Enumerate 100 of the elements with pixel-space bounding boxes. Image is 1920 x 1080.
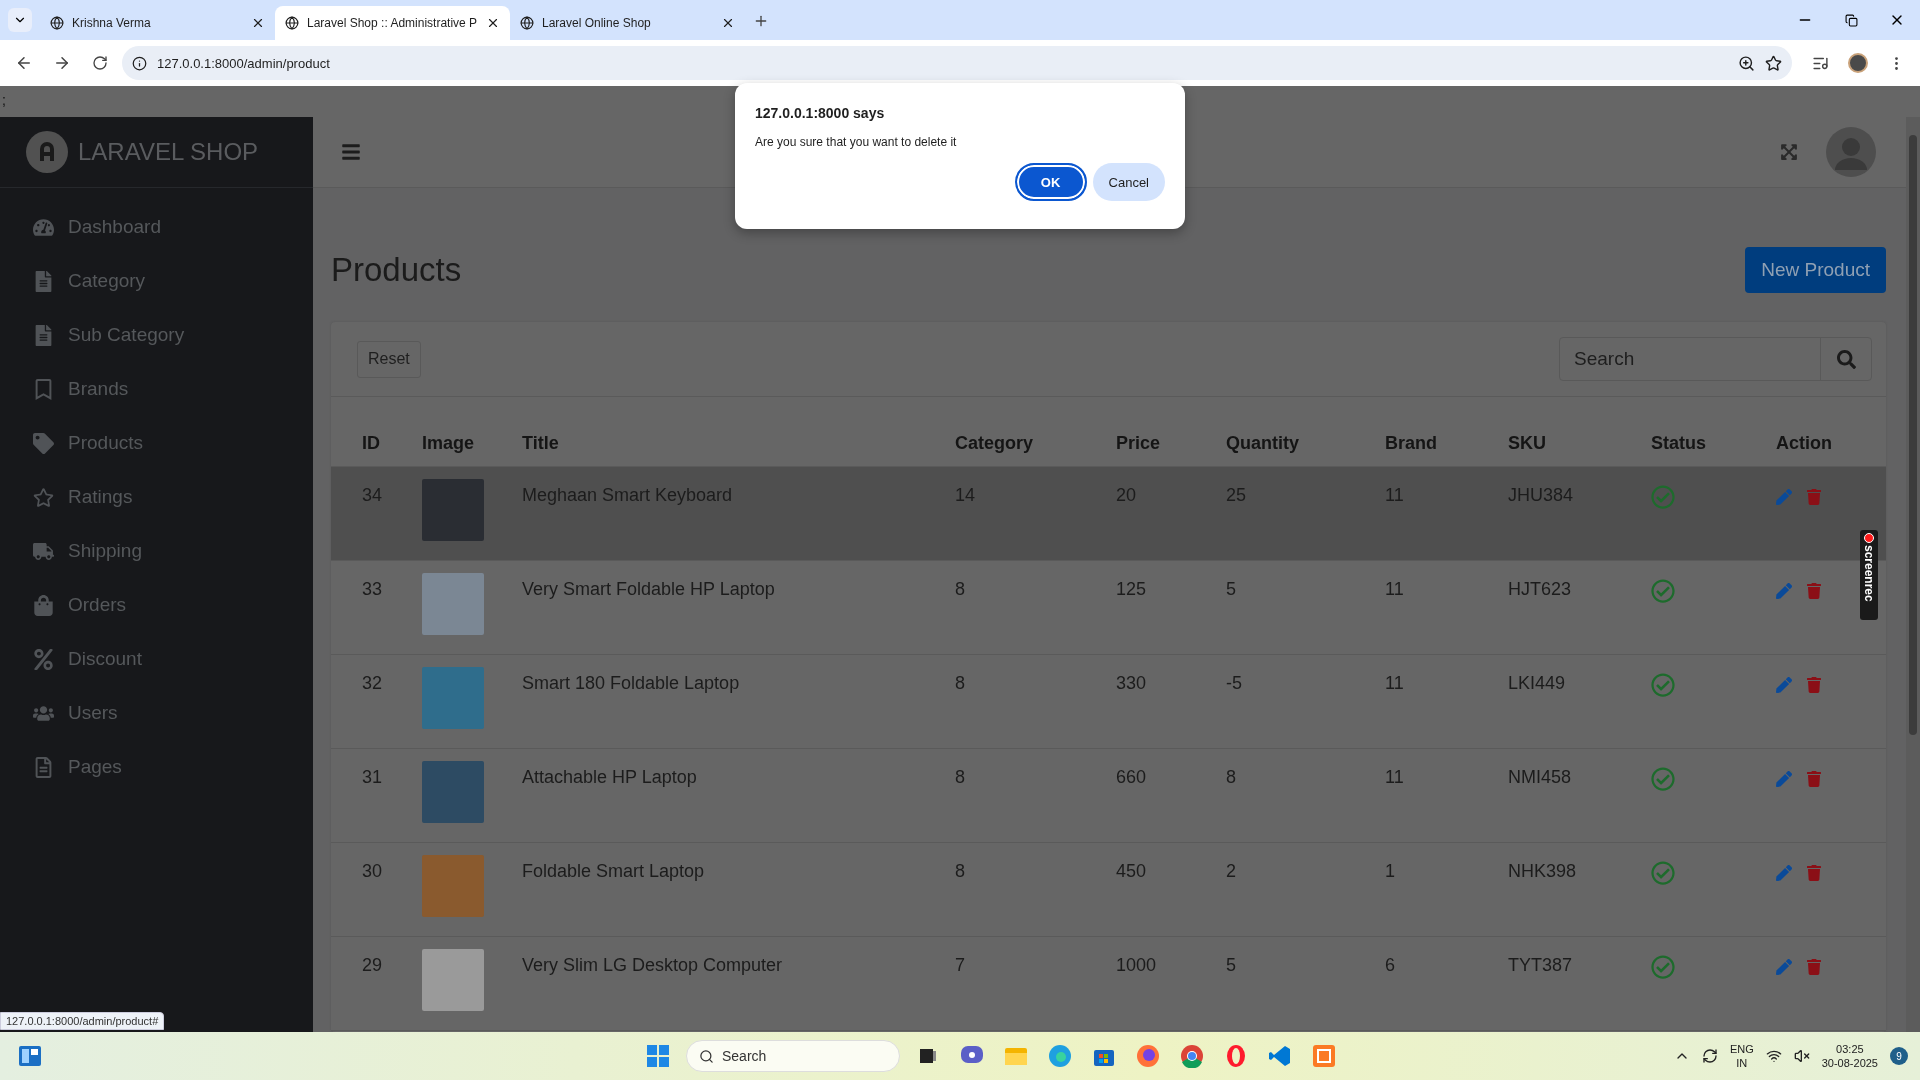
sidebar-item[interactable]: Shipping	[0, 524, 313, 578]
photo-placeholder	[422, 479, 484, 541]
truck-icon	[33, 540, 54, 562]
stray-text: ;	[2, 92, 6, 108]
dialog-button[interactable]: OK	[1014, 163, 1087, 201]
wifi-icon[interactable]	[1765, 1048, 1782, 1064]
table-cell: 450	[1116, 861, 1147, 881]
star-icon[interactable]	[1765, 54, 1782, 72]
browser-tab[interactable]: Laravel Shop :: Administrative P	[275, 6, 510, 40]
document-icon	[33, 270, 54, 292]
reset-button[interactable]: Reset	[357, 340, 421, 378]
table-cell: 5	[1226, 579, 1236, 599]
menu-icon[interactable]	[341, 142, 361, 162]
browser-tab[interactable]: Krishna Verma	[40, 6, 275, 40]
forward-arrow-icon[interactable]	[53, 54, 71, 72]
close-icon[interactable]	[251, 16, 265, 30]
sidebar-item[interactable]: Products	[0, 416, 313, 470]
zoom-icon[interactable]	[1738, 54, 1755, 72]
table-cell: -5	[1226, 673, 1242, 693]
photo-placeholder	[422, 761, 484, 823]
sidebar-item[interactable]: Ratings	[0, 470, 313, 524]
tag-icon	[33, 432, 54, 454]
table-cell: TYT387	[1508, 955, 1573, 975]
restore-icon[interactable]	[1844, 13, 1858, 27]
table-cell: 5	[1226, 955, 1236, 975]
sidebar-item[interactable]: Dashboard	[0, 200, 313, 254]
info-icon[interactable]	[132, 55, 147, 71]
muted-speaker-icon[interactable]	[1793, 1048, 1810, 1064]
table-cell: 11	[1385, 673, 1404, 693]
search-icon	[699, 1048, 714, 1064]
table-cell: 30	[362, 861, 383, 881]
table-cell: 11	[1385, 579, 1404, 599]
document-icon	[33, 324, 54, 346]
gauge-icon	[33, 216, 54, 238]
table-cell: Very Smart Foldable HP Laptop	[522, 579, 775, 599]
plus-icon[interactable]	[753, 13, 769, 29]
bookmark-icon	[33, 378, 54, 400]
new-product-button[interactable]: New Product	[1745, 247, 1886, 293]
table-cell: Foldable Smart Laptop	[522, 861, 705, 881]
notification-badge[interactable]: 9	[1890, 1047, 1908, 1065]
table-cell: LKI449	[1508, 673, 1566, 693]
table-cell: Very Slim LG Desktop Computer	[522, 955, 783, 975]
profile-avatar[interactable]	[1848, 53, 1868, 73]
search-field[interactable]: Search	[1559, 337, 1872, 381]
sidebar-item[interactable]: Discount	[0, 632, 313, 686]
star-icon	[33, 486, 54, 508]
table-cell: NMI458	[1508, 767, 1572, 787]
table-cell: Attachable HP Laptop	[522, 767, 697, 787]
table-cell: 8	[955, 861, 965, 881]
dialog-message: Are you sure that you want to delete it	[755, 135, 958, 149]
scrollbar-thumb[interactable]	[1909, 135, 1917, 735]
percent-icon	[33, 648, 54, 670]
language-indicator[interactable]: ENG IN	[1729, 1042, 1754, 1070]
sidebar-item[interactable]: Sub Category	[0, 308, 313, 362]
address-bar[interactable]: 127.0.0.1:8000/admin/product	[122, 46, 1792, 80]
photo-placeholder	[422, 667, 484, 729]
table-cell: 8	[955, 767, 965, 787]
taskbar-search-field[interactable]: Search	[686, 1040, 900, 1072]
table-cell: 1	[1385, 861, 1395, 881]
table-cell: 32	[362, 673, 383, 693]
sidebar-item[interactable]: Category	[0, 254, 313, 308]
dialog-title: 127.0.0.1:8000 says	[755, 105, 886, 121]
logo-icon	[26, 131, 68, 173]
link-preview: 127.0.0.1:8000/admin/product#	[0, 1012, 165, 1030]
table-cell: 330	[1116, 673, 1147, 693]
table-cell: 8	[955, 579, 965, 599]
browser-tab[interactable]: Laravel Online Shop	[510, 6, 745, 40]
page-title: Products	[331, 251, 462, 289]
table-cell: 1000	[1116, 955, 1157, 975]
table-cell: 31	[362, 767, 383, 787]
table-cell: 6	[1385, 955, 1395, 975]
photo-placeholder	[422, 855, 484, 917]
table-cell: 125	[1116, 579, 1147, 599]
sidebar-item[interactable]: Orders	[0, 578, 313, 632]
clock[interactable]: 03:25 30-08-2025	[1821, 1042, 1878, 1070]
tab-list-button[interactable]	[8, 8, 32, 32]
table-cell: Smart 180 Foldable Laptop	[522, 673, 740, 693]
close-icon[interactable]	[721, 16, 735, 30]
globe-icon	[50, 16, 64, 30]
close-icon[interactable]	[486, 16, 500, 30]
table-cell: NHK398	[1508, 861, 1577, 881]
photo-placeholder	[422, 573, 484, 635]
sync-icon[interactable]	[1701, 1048, 1718, 1064]
search-icon[interactable]	[1836, 349, 1856, 369]
table-cell: 7	[955, 955, 965, 975]
table-cell: 8	[1226, 767, 1236, 787]
sidebar-item[interactable]: Brands	[0, 362, 313, 416]
table-cell: 33	[362, 579, 383, 599]
globe-icon	[285, 16, 299, 30]
sidebar-item[interactable]: Pages	[0, 740, 313, 794]
globe-icon	[520, 16, 534, 30]
dialog-button[interactable]: Cancel	[1092, 163, 1165, 201]
table-cell: 2	[1226, 861, 1236, 881]
document-icon	[33, 756, 54, 778]
reload-icon[interactable]	[92, 55, 108, 71]
photo-placeholder	[422, 949, 484, 1011]
recorder-badge[interactable]: screenrec	[1860, 530, 1878, 620]
sidebar-item[interactable]: Users	[0, 686, 313, 740]
fullscreen-icon[interactable]	[1780, 143, 1798, 161]
table-cell: 8	[955, 673, 965, 693]
